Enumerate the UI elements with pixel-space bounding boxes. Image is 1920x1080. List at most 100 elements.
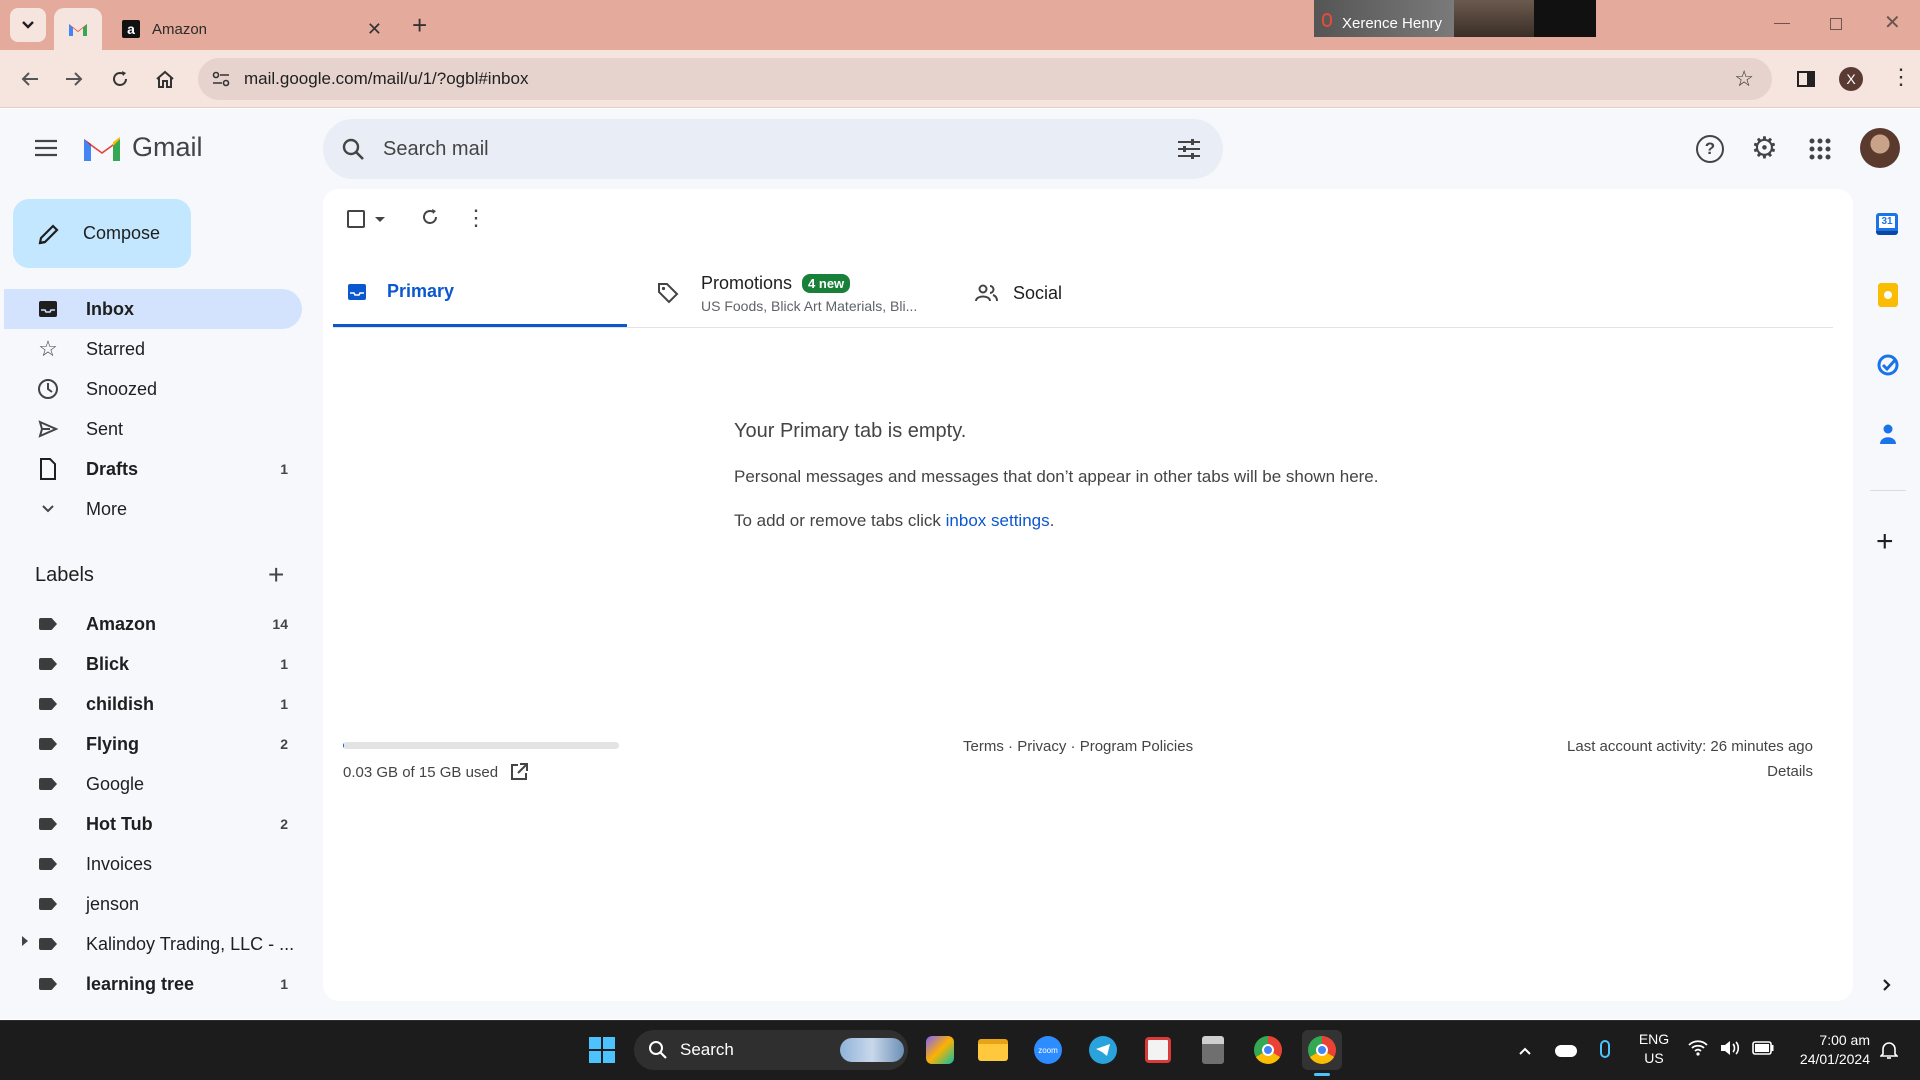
profile-avatar[interactable]: X	[1839, 67, 1863, 91]
browser-menu-icon[interactable]: ⋮	[1890, 63, 1912, 91]
taskbar-app-snipping-tool[interactable]	[1138, 1030, 1178, 1070]
account-avatar[interactable]	[1860, 128, 1900, 168]
notifications-button[interactable]	[1879, 1040, 1899, 1065]
select-all-checkbox[interactable]	[347, 210, 365, 228]
back-button[interactable]	[14, 63, 46, 95]
taskbar-app-calculator[interactable]	[1193, 1030, 1233, 1070]
tab-amazon[interactable]: a Amazon ✕	[112, 8, 392, 50]
folder-icon	[978, 1039, 1008, 1061]
compose-button[interactable]: Compose	[13, 199, 191, 268]
main-menu-button[interactable]	[34, 138, 62, 160]
label-item-google[interactable]: Google	[4, 764, 302, 804]
arrow-left-icon	[21, 72, 38, 86]
tab-promotions-label: Promotions	[701, 272, 793, 293]
bookmark-star-icon[interactable]: ☆	[1734, 66, 1754, 92]
taskbar-app-chrome-1[interactable]	[1248, 1030, 1288, 1070]
label-item-invoices[interactable]: Invoices	[4, 844, 302, 884]
label-item-flying[interactable]: Flying 2	[4, 724, 302, 764]
window-minimize-button[interactable]	[1774, 23, 1790, 24]
select-dropdown-icon[interactable]	[375, 217, 385, 222]
taskbar-search[interactable]: Search	[634, 1030, 908, 1070]
hide-side-panel-button[interactable]	[1882, 978, 1892, 997]
nav-item-more[interactable]: More	[4, 489, 302, 529]
label-item-blick[interactable]: Blick 1	[4, 644, 302, 684]
new-tab-button[interactable]: +	[412, 8, 427, 42]
empty-state-message: Personal messages and messages that don’…	[734, 467, 1379, 486]
label-count: 2	[280, 816, 288, 832]
people-icon	[975, 284, 998, 302]
search-input[interactable]: Search mail	[383, 138, 489, 161]
nav-item-starred[interactable]: ☆ Starred	[4, 329, 302, 369]
get-addons-button[interactable]: +	[1876, 527, 1894, 557]
expand-arrow-icon[interactable]	[22, 936, 28, 946]
details-link[interactable]: Details	[1767, 763, 1813, 780]
label-item-jenson[interactable]: jenson	[4, 884, 302, 924]
keep-bulb-icon	[1884, 291, 1892, 299]
taskbar-app-designer[interactable]	[920, 1030, 960, 1070]
plus-icon: +	[1876, 525, 1894, 558]
language-indicator[interactable]: ENG US	[1637, 1030, 1671, 1068]
side-panel-button[interactable]	[1790, 63, 1822, 95]
tab-primary[interactable]: Primary	[333, 259, 627, 327]
label-item-childish[interactable]: childish 1	[4, 684, 302, 724]
window-close-button[interactable]: ✕	[1884, 10, 1901, 35]
gmail-logo[interactable]: Gmail	[82, 132, 203, 163]
microphone-icon[interactable]	[1600, 1040, 1610, 1058]
tab-gmail[interactable]	[54, 8, 102, 50]
more-actions-icon[interactable]: ⋮	[465, 205, 487, 231]
onedrive-icon[interactable]	[1555, 1045, 1577, 1057]
label-item-kalindoy[interactable]: Kalindoy Trading, LLC - ...	[4, 924, 302, 964]
nav-item-snoozed[interactable]: Snoozed	[4, 369, 302, 409]
contacts-app-button[interactable]	[1879, 423, 1897, 450]
refresh-button[interactable]	[420, 207, 440, 232]
keep-app-button[interactable]	[1878, 283, 1898, 307]
window-restore-button[interactable]	[1830, 18, 1842, 30]
close-tab-icon[interactable]: ✕	[367, 19, 382, 40]
search-icon[interactable]	[341, 137, 365, 161]
label-name: Flying	[86, 733, 139, 754]
language-code: ENG	[1638, 1031, 1670, 1047]
label-item-learning-tree[interactable]: learning tree 1	[4, 964, 302, 1004]
site-info-icon[interactable]	[212, 71, 230, 87]
label-item-hot-tub[interactable]: Hot Tub 2	[4, 804, 302, 844]
nav-item-label: Sent	[86, 418, 124, 439]
tab-promotions[interactable]: Promotions 4 new US Foods, Blick Art Mat…	[657, 259, 957, 327]
tasks-app-button[interactable]	[1876, 353, 1900, 382]
address-bar[interactable]: mail.google.com/mail/u/1/?ogbl#inbox ☆	[198, 58, 1772, 100]
add-label-button[interactable]: +	[268, 561, 284, 589]
tab-social[interactable]: Social	[975, 259, 1275, 327]
terms-link[interactable]: Terms	[963, 738, 1004, 755]
send-icon	[36, 417, 60, 441]
footer-separator: ·	[1003, 738, 1018, 755]
open-in-new-icon[interactable]	[510, 763, 529, 781]
taskbar-app-zoom[interactable]: zoom	[1028, 1030, 1068, 1070]
privacy-link[interactable]: Privacy	[1017, 738, 1066, 755]
clock[interactable]: 7:00 am 24/01/2024	[1784, 1031, 1870, 1069]
taskbar-app-telegram[interactable]	[1083, 1030, 1123, 1070]
home-button[interactable]	[149, 63, 181, 95]
chevron-down-icon	[22, 21, 34, 29]
taskbar-app-file-explorer[interactable]	[973, 1030, 1013, 1070]
system-tray-status[interactable]	[1688, 1040, 1774, 1056]
inbox-icon	[36, 297, 60, 321]
program-policies-link[interactable]: Program Policies	[1080, 738, 1193, 755]
search-options-icon[interactable]	[1177, 138, 1201, 160]
main-panel: ⋮ Primary Promotions 4 new US Foods, Bli…	[323, 189, 1853, 1001]
reload-button[interactable]	[104, 63, 136, 95]
forward-button[interactable]	[58, 63, 90, 95]
label-item-amazon[interactable]: Amazon 14	[4, 604, 302, 644]
start-button[interactable]	[582, 1030, 622, 1070]
show-hidden-icons[interactable]	[1518, 1043, 1532, 1061]
nav-item-sent[interactable]: Sent	[4, 409, 302, 449]
settings-button[interactable]: ⚙	[1751, 132, 1778, 166]
search-bar[interactable]: Search mail	[323, 119, 1223, 179]
apps-button[interactable]	[1809, 138, 1831, 160]
taskbar-app-chrome-2[interactable]	[1302, 1030, 1342, 1070]
nav-item-drafts[interactable]: Drafts 1	[4, 449, 302, 489]
inbox-settings-link[interactable]: inbox settings	[946, 511, 1050, 530]
calendar-app-button[interactable]: 31	[1876, 213, 1898, 235]
help-button[interactable]: ?	[1696, 135, 1724, 163]
label-icon	[39, 818, 57, 830]
nav-item-inbox[interactable]: Inbox	[4, 289, 302, 329]
tab-search-button[interactable]	[10, 8, 46, 42]
